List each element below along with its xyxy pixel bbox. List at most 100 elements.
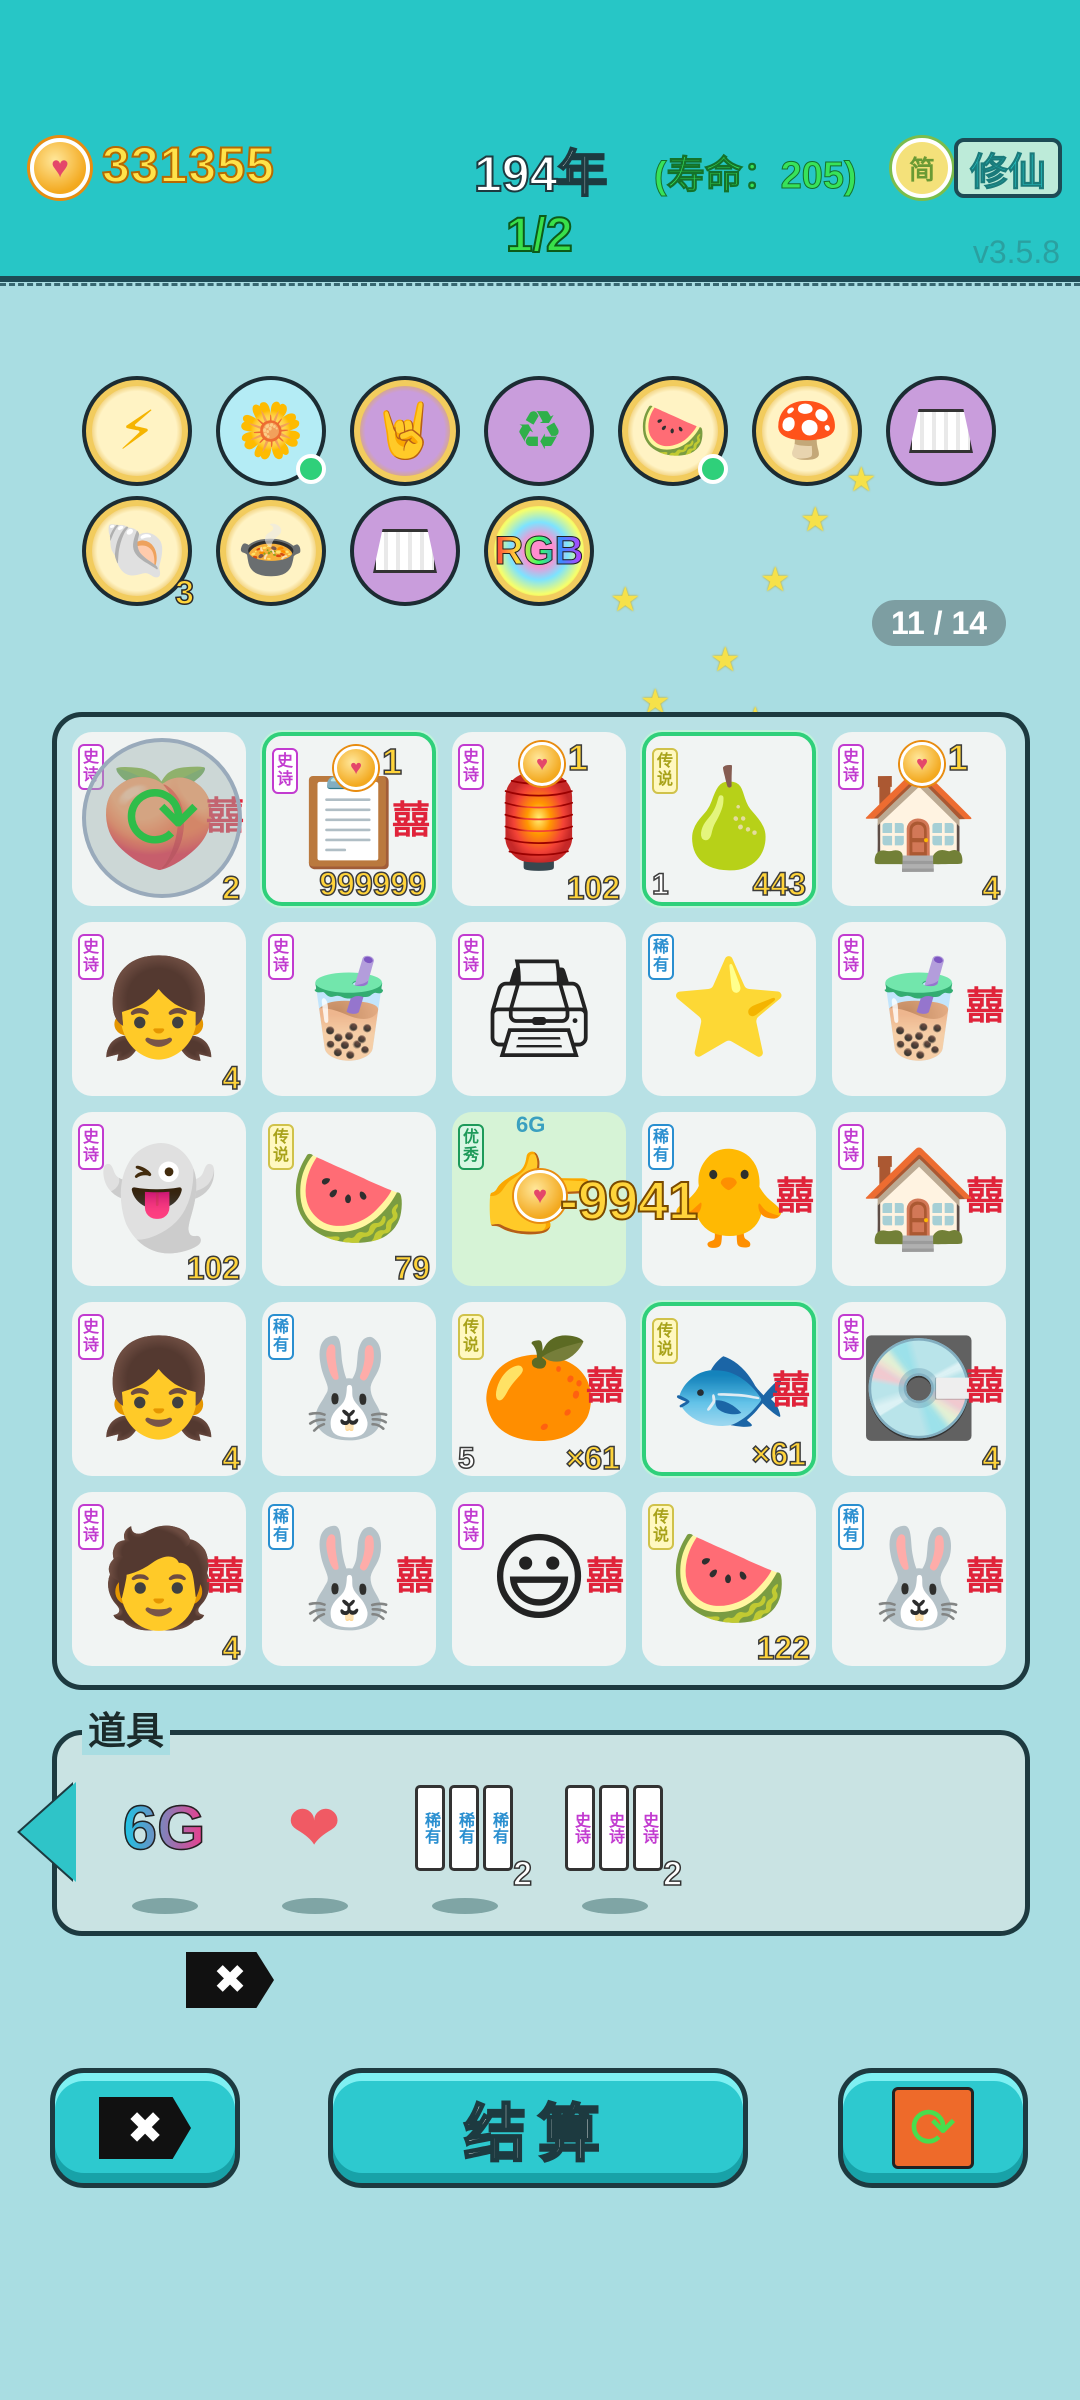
rarity-badge: 稀有 [648, 934, 674, 980]
double-happiness-icon: 囍 [775, 1176, 814, 1218]
rarity-badge: 稀有 [648, 1124, 674, 1170]
tile-count: 2 [221, 870, 240, 906]
tile-count: 4 [221, 1440, 240, 1476]
lightning-icon[interactable]: ⚡ [82, 376, 192, 486]
rgb-icon[interactable]: RGB [484, 496, 594, 606]
rarity-badge: 史诗 [838, 1314, 864, 1360]
board-tile[interactable]: 👧 史诗 4 [72, 922, 246, 1096]
board-tile[interactable]: 🖨 史诗 [452, 922, 626, 1096]
cards-icon: 史诗 史诗 史诗 [565, 1785, 663, 1871]
tile-coin-value: 1 [381, 741, 403, 782]
coin-icon: ♥ [514, 1170, 566, 1222]
item-count: 2 [662, 1854, 682, 1894]
board-tile[interactable]: 🐰 稀有 [262, 1302, 436, 1476]
board-tile[interactable]: 🏠 史诗囍 [832, 1112, 1006, 1286]
coin-balance: 331355 [101, 136, 275, 194]
board-tile[interactable]: ⭐ 稀有 [642, 922, 816, 1096]
board-tile[interactable]: 🍉 传说 79 [262, 1112, 436, 1286]
star-icon: ★ [760, 561, 791, 599]
tile-item-icon: 🍉 [289, 1145, 409, 1252]
board-tile[interactable]: 💽 史诗囍 4 [832, 1302, 1006, 1476]
rare-cards-item[interactable]: 稀有 稀有 稀有 2 [406, 1768, 533, 1914]
board-tile[interactable]: 😃 史诗囍 [452, 1492, 626, 1666]
6g-item[interactable]: 6G [106, 1768, 222, 1914]
notification-dot [698, 454, 728, 484]
double-happiness-icon: 囍 [391, 800, 430, 842]
board-tile[interactable]: 🐰 稀有囍 [262, 1492, 436, 1666]
tile-item-icon: 🍉 [669, 1525, 789, 1632]
board-tile[interactable]: 🐰 稀有囍 [832, 1492, 1006, 1666]
tile-count: 122 [756, 1630, 811, 1666]
board-tile[interactable]: 🍐 传说 1 443 [642, 732, 816, 906]
settle-label: 结算 [463, 2099, 612, 2171]
tile-item-icon: 🐟 [669, 1335, 789, 1442]
rarity-badge: 史诗 [838, 744, 864, 790]
tile-level: 5 [457, 1442, 475, 1475]
liver-item[interactable]: ❤ [256, 1768, 372, 1914]
rock-hand-icon[interactable]: 🤘 [350, 376, 460, 486]
skirt-icon[interactable] [350, 496, 460, 606]
board-tile[interactable]: 🧑 史诗囍 4 [72, 1492, 246, 1666]
cards-icon: 稀有 稀有 稀有 [415, 1785, 513, 1871]
simplified-chinese-button[interactable]: 简 [892, 138, 952, 198]
double-happiness-icon: 囍 [771, 1370, 810, 1412]
board-tile[interactable]: 📋 史诗囍 ♥ 1 999999 [262, 732, 436, 906]
settle-button[interactable]: 结算 [328, 2068, 748, 2188]
board-tile[interactable]: 🧋 史诗 [262, 922, 436, 1096]
delete-item-button[interactable]: ✖ [186, 1952, 274, 2008]
tile-coin-value: 1 [567, 737, 589, 778]
rarity-badge: 史诗 [838, 1124, 864, 1170]
rarity-badge: 传说 [652, 748, 678, 794]
items-prev-button[interactable] [16, 1780, 80, 1884]
tile-item-icon: 👻 [99, 1145, 219, 1252]
rarity-badge: 稀有 [268, 1314, 294, 1360]
rarity-badge: 传说 [458, 1314, 484, 1360]
board-tile[interactable]: 🍊 传说囍 5 ×61 [452, 1302, 626, 1476]
swap-button[interactable]: ⟳ [838, 2068, 1028, 2188]
tile-count: 999999 [318, 866, 426, 902]
rice-cooker-icon[interactable]: 🍲 [216, 496, 326, 606]
double-happiness-icon: 囍 [965, 1176, 1004, 1218]
tile-level: 1 [651, 868, 669, 901]
double-happiness-icon: 囍 [965, 1556, 1004, 1598]
star-icon: ★ [710, 641, 741, 679]
tile-item-icon: 👧 [99, 955, 219, 1062]
board-tile[interactable]: 🏠 史诗 ♥ 1 4 [832, 732, 1006, 906]
star-icon: ★ [846, 461, 877, 499]
double-happiness-icon: 囍 [205, 1556, 244, 1598]
round-progress: 1/2 [505, 208, 574, 263]
fruit-basket-icon[interactable]: 🍉 [618, 376, 728, 486]
shell-icon[interactable]: 🐚 3 [82, 496, 195, 611]
tile-item-icon: 👧 [99, 1335, 219, 1442]
coin-icon: ♥ [30, 138, 90, 198]
tile-coin-value: 1 [947, 737, 969, 778]
board-tile[interactable]: 🐟 传说囍 ×61 [642, 1302, 816, 1476]
board-tile[interactable]: 🧋 史诗囍 [832, 922, 1006, 1096]
xiuxian-button[interactable]: 修仙 [954, 138, 1062, 198]
tile-item-icon: 🏠 [859, 1145, 979, 1252]
board-tile[interactable]: 🍉 传说 122 [642, 1492, 816, 1666]
floating-coin-change: -9941 [559, 1170, 699, 1232]
double-happiness-icon: 囍 [585, 1556, 624, 1598]
tile-item-icon: 😃 [488, 1525, 590, 1632]
skirt-icon[interactable] [886, 376, 996, 486]
rarity-badge: 史诗 [838, 934, 864, 980]
tile-count: 4 [981, 870, 1000, 906]
refresh-icon[interactable]: ⟳ [82, 738, 242, 898]
lifespan-label: (寿命：205) [654, 155, 858, 198]
epic-cards-item[interactable]: 史诗 史诗 史诗 2 [556, 1768, 683, 1914]
star-icon: ★ [800, 501, 831, 539]
flower-pot-icon[interactable]: 🌼 [216, 376, 326, 486]
rarity-badge: 史诗 [78, 1314, 104, 1360]
version-label: v3.5.8 [972, 234, 1060, 270]
board-tile[interactable]: 👧 史诗 4 [72, 1302, 246, 1476]
recycle-icon[interactable]: ♻ [484, 376, 594, 486]
board-tile[interactable]: 🏮 史诗 ♥ 1 102 [452, 732, 626, 906]
rarity-badge: 史诗 [458, 934, 484, 980]
tile-item-icon: 🧑 [99, 1525, 219, 1632]
rarity-badge: 稀有 [268, 1504, 294, 1550]
rarity-badge: 史诗 [78, 1124, 104, 1170]
tile-count: 443 [752, 866, 807, 902]
board-tile[interactable]: 👻 史诗 102 [72, 1112, 246, 1286]
cancel-button[interactable]: ✖ [50, 2068, 240, 2188]
